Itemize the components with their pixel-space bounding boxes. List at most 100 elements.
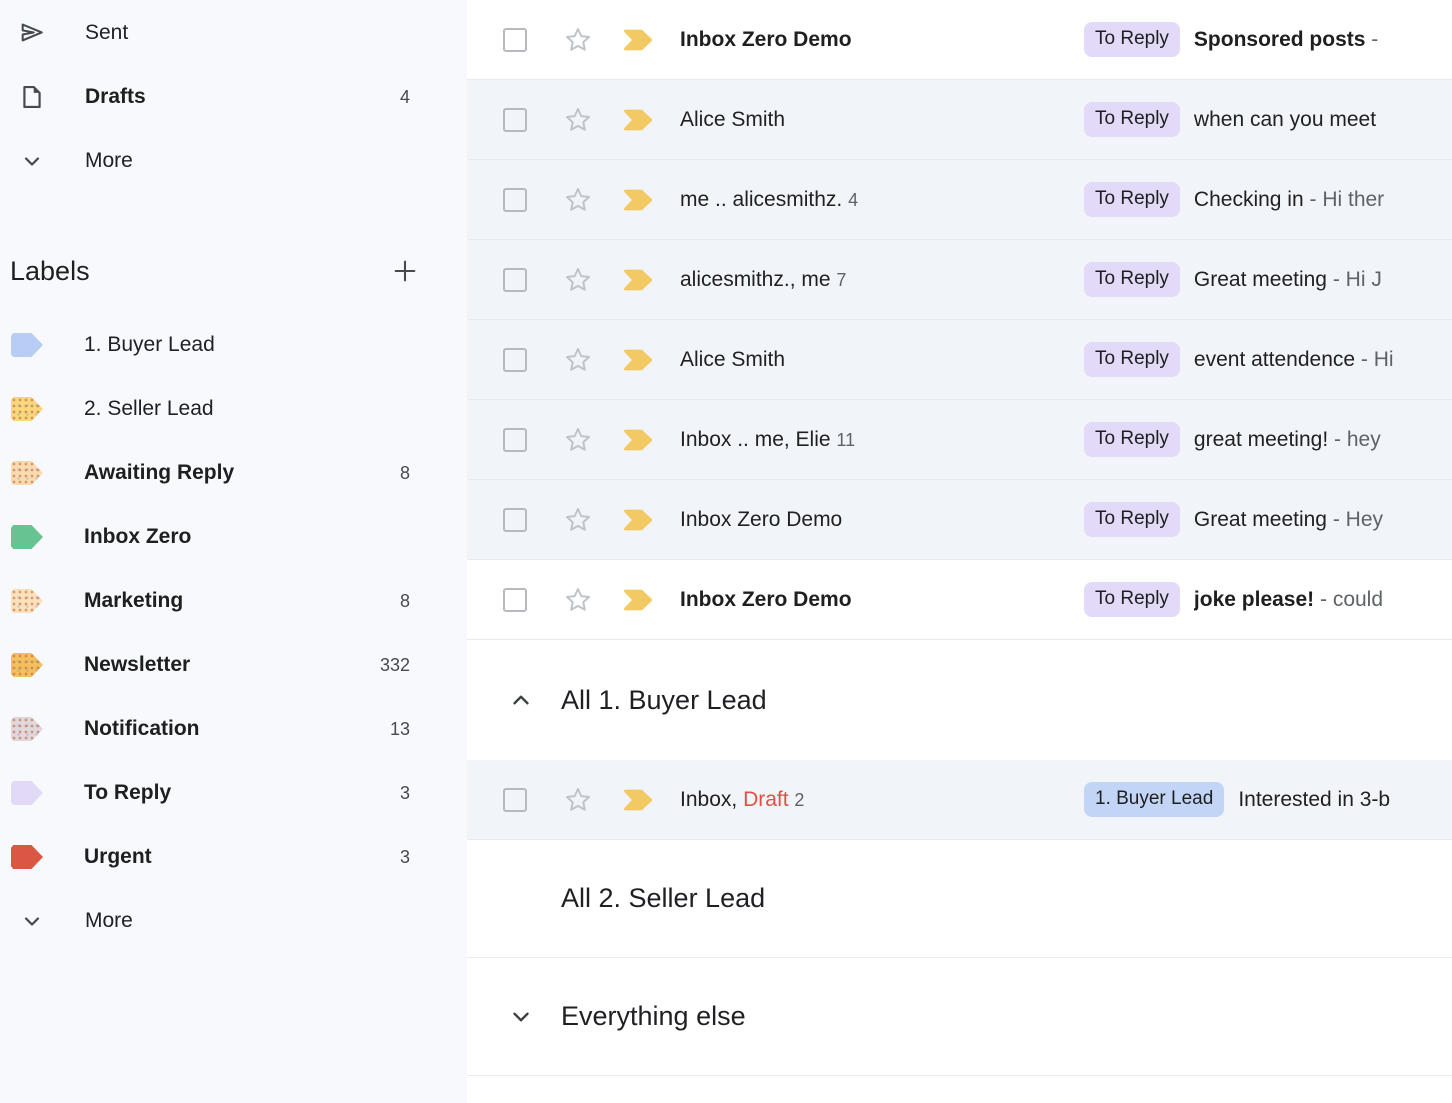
section-title[interactable]: All 2. Seller Lead	[561, 883, 765, 914]
sidebar-item-label: More	[85, 909, 410, 933]
add-label-button[interactable]	[388, 254, 422, 288]
thread-count: 4	[848, 190, 858, 210]
select-checkbox[interactable]	[503, 188, 527, 212]
chevron-up-icon[interactable]	[507, 686, 535, 714]
snippet: hey	[1347, 428, 1381, 451]
sender-name: Inbox Zero Demo	[680, 588, 852, 611]
sender: Alice Smith	[680, 348, 1072, 372]
email-row[interactable]: alicesmithz., me 7 To Reply Great meetin…	[467, 240, 1452, 320]
sidebar-item-more[interactable]: More	[0, 129, 467, 193]
section-title[interactable]: All 1. Buyer Lead	[561, 685, 767, 716]
star-icon[interactable]	[563, 345, 593, 375]
labels-title: Labels	[10, 256, 388, 287]
select-checkbox[interactable]	[503, 348, 527, 372]
subject-line: great meeting! - hey	[1194, 428, 1452, 452]
importance-marker-icon[interactable]	[623, 268, 656, 292]
star-icon[interactable]	[563, 785, 593, 815]
label-name: 1. Buyer Lead	[84, 333, 410, 357]
sender-name: Alice Smith	[680, 108, 785, 131]
chevron-down-icon	[16, 905, 48, 937]
separator: -	[1365, 28, 1384, 51]
email-row[interactable]: Inbox Zero Demo To Reply Sponsored posts…	[467, 0, 1452, 80]
subject: Great meeting	[1194, 508, 1327, 531]
sidebar-label-urgent[interactable]: Urgent 3	[0, 825, 467, 889]
section-buyer-lead: All 1. Buyer Lead	[467, 640, 1452, 760]
email-row[interactable]: Inbox .. me, Elie 11 To Reply great meet…	[467, 400, 1452, 480]
label-badge[interactable]: To Reply	[1084, 262, 1180, 297]
email-row[interactable]: Alice Smith To Reply event attendence - …	[467, 320, 1452, 400]
label-name: Urgent	[84, 845, 400, 869]
label-tag-icon	[11, 461, 43, 485]
select-checkbox[interactable]	[503, 508, 527, 532]
importance-marker-icon[interactable]	[623, 428, 656, 452]
subject-line: Great meeting - Hey	[1194, 508, 1452, 532]
snippet: Hi J	[1346, 268, 1382, 291]
sender: Inbox Zero Demo	[680, 508, 1072, 532]
thread-count: 11	[836, 430, 855, 450]
email-row[interactable]: Alice Smith To Reply when can you meet	[467, 80, 1452, 160]
star-icon[interactable]	[563, 185, 593, 215]
importance-marker-icon[interactable]	[623, 788, 656, 812]
sidebar-label-to-reply[interactable]: To Reply 3	[0, 761, 467, 825]
importance-marker-icon[interactable]	[623, 348, 656, 372]
select-checkbox[interactable]	[503, 108, 527, 132]
sidebar-label-awaiting-reply[interactable]: Awaiting Reply 8	[0, 441, 467, 505]
sender: Inbox, Draft 2	[680, 788, 1072, 812]
select-checkbox[interactable]	[503, 28, 527, 52]
select-checkbox[interactable]	[503, 788, 527, 812]
importance-marker-icon[interactable]	[623, 28, 656, 52]
separator: -	[1314, 588, 1333, 611]
sidebar: Sent Drafts 4 More Labels	[0, 0, 467, 1103]
snippet: Hey	[1346, 508, 1383, 531]
label-badge[interactable]: To Reply	[1084, 182, 1180, 217]
importance-marker-icon[interactable]	[623, 188, 656, 212]
star-icon[interactable]	[563, 505, 593, 535]
gmail-app: Sent Drafts 4 More Labels	[0, 0, 1452, 1103]
label-badge[interactable]: To Reply	[1084, 502, 1180, 537]
label-badge[interactable]: To Reply	[1084, 22, 1180, 57]
select-checkbox[interactable]	[503, 588, 527, 612]
star-icon[interactable]	[563, 585, 593, 615]
section-title[interactable]: Everything else	[561, 1001, 746, 1032]
chevron-down-icon[interactable]	[507, 1003, 535, 1031]
sidebar-label-buyer-lead[interactable]: 1. Buyer Lead	[0, 313, 467, 377]
sidebar-label-inbox-zero[interactable]: Inbox Zero	[0, 505, 467, 569]
section-seller-lead: All 2. Seller Lead	[467, 840, 1452, 958]
labels-list: 1. Buyer Lead 2. Seller Lead Awaiting Re…	[0, 313, 467, 953]
select-checkbox[interactable]	[503, 268, 527, 292]
label-badge[interactable]: To Reply	[1084, 422, 1180, 457]
sidebar-label-newsletter[interactable]: Newsletter 332	[0, 633, 467, 697]
label-tag-icon	[11, 717, 43, 741]
label-badge[interactable]: 1. Buyer Lead	[1084, 782, 1224, 817]
sender: me .. alicesmithz. 4	[680, 188, 1072, 212]
importance-marker-icon[interactable]	[623, 508, 656, 532]
label-badge[interactable]: To Reply	[1084, 582, 1180, 617]
label-count: 8	[400, 463, 410, 484]
email-row[interactable]: Inbox, Draft 2 1. Buyer Lead Interested …	[467, 760, 1452, 840]
label-badge[interactable]: To Reply	[1084, 102, 1180, 137]
snippet: Hi ther	[1322, 188, 1384, 211]
select-checkbox[interactable]	[503, 428, 527, 452]
star-icon[interactable]	[563, 25, 593, 55]
labels-header: Labels	[0, 239, 467, 303]
sidebar-label-marketing[interactable]: Marketing 8	[0, 569, 467, 633]
star-icon[interactable]	[563, 105, 593, 135]
sidebar-item-label: Drafts	[85, 85, 400, 109]
sidebar-item-sent[interactable]: Sent	[0, 1, 467, 65]
email-row[interactable]: Inbox Zero Demo To Reply Great meeting -…	[467, 480, 1452, 560]
importance-marker-icon[interactable]	[623, 108, 656, 132]
sidebar-label-notification[interactable]: Notification 13	[0, 697, 467, 761]
sidebar-labels-more[interactable]: More	[0, 889, 467, 953]
sender-name: Inbox Zero Demo	[680, 508, 842, 531]
sidebar-label-seller-lead[interactable]: 2. Seller Lead	[0, 377, 467, 441]
star-icon[interactable]	[563, 425, 593, 455]
subject: great meeting!	[1194, 428, 1328, 451]
importance-marker-icon[interactable]	[623, 588, 656, 612]
subject: event attendence	[1194, 348, 1355, 371]
sidebar-item-drafts[interactable]: Drafts 4	[0, 65, 467, 129]
email-row[interactable]: me .. alicesmithz. 4 To Reply Checking i…	[467, 160, 1452, 240]
email-row[interactable]: Inbox Zero Demo To Reply joke please! - …	[467, 560, 1452, 640]
subject-line: Sponsored posts -	[1194, 28, 1452, 52]
label-badge[interactable]: To Reply	[1084, 342, 1180, 377]
star-icon[interactable]	[563, 265, 593, 295]
